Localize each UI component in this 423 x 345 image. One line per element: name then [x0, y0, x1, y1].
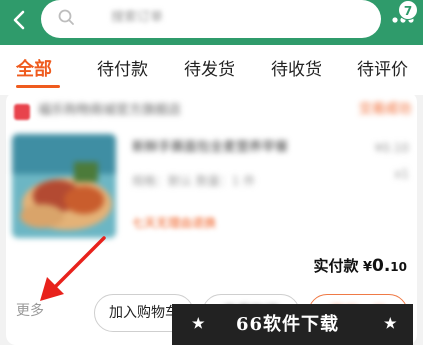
search-placeholder: 搜索订单 — [111, 10, 164, 25]
tab-pending-receipt[interactable]: 待收货 — [271, 45, 322, 95]
tab-pending-shipment[interactable]: 待发货 — [184, 45, 235, 95]
tab-pending-review[interactable]: 待评价 — [357, 45, 408, 95]
paid-currency: ¥ — [362, 260, 372, 275]
watermark-banner: ★ 66软件下载 ★ — [172, 304, 413, 345]
paid-amount-integer: 0. — [372, 256, 391, 276]
shop-name[interactable]: 福乐购物商城官方旗舰店 — [38, 101, 208, 121]
search-input[interactable]: 搜索订单 — [41, 0, 381, 38]
star-icon: ★ — [192, 316, 205, 332]
product-price: ¥0.10 — [374, 141, 409, 155]
product-quantity: x1 — [394, 167, 409, 181]
order-status: 交易成功 — [358, 102, 411, 117]
add-to-cart-label: 加入购物车 — [109, 305, 179, 321]
product-title[interactable]: 新鲜手撕面包全麦营养早餐 — [132, 138, 362, 158]
active-tab-indicator — [16, 85, 60, 88]
paid-amount-row: 实付款 ¥0.10 — [313, 254, 407, 278]
shop-row[interactable]: 福乐购物商城官方旗舰店 交易成功 — [6, 92, 417, 132]
product-spec: 规格：默认 数量：1 件 — [132, 174, 256, 188]
watermark-text: 66软件下载 — [236, 314, 340, 335]
order-tabs: 全部 待付款 待发货 待收货 待评价 — [0, 45, 423, 95]
search-icon — [58, 9, 74, 25]
product-photo — [12, 134, 116, 238]
chevron-left-icon — [13, 10, 25, 30]
notification-badge: 7 — [398, 0, 418, 20]
product-tag: 七天无理由退换 — [132, 216, 217, 230]
star-icon: ★ — [384, 316, 397, 332]
more-link[interactable]: 更多 — [16, 300, 44, 322]
paid-amount-decimal: 10 — [390, 260, 407, 274]
top-bar: 搜索订单 7 — [0, 0, 423, 45]
shop-icon — [14, 104, 30, 120]
paid-label: 实付款 — [313, 257, 359, 275]
product-image[interactable] — [12, 134, 116, 238]
tab-pending-payment[interactable]: 待付款 — [97, 45, 148, 95]
back-button[interactable] — [6, 6, 34, 34]
